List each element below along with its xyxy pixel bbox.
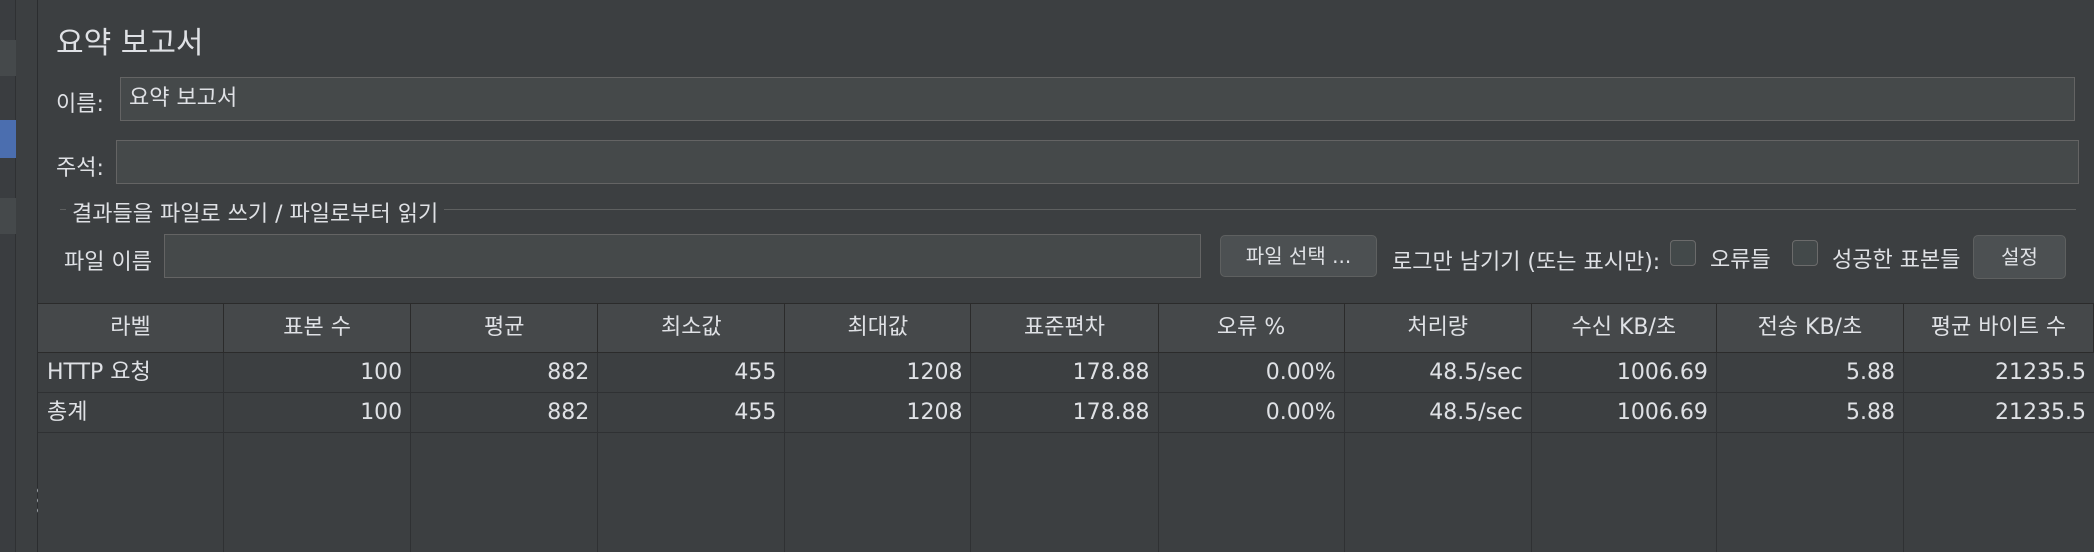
column-header-samples[interactable]: 표본 수 <box>224 304 412 352</box>
cell-min: 455 <box>598 353 786 392</box>
column-header-received[interactable]: 수신 KB/초 <box>1532 304 1717 352</box>
column-header-error-percent[interactable]: 오류 % <box>1159 304 1345 352</box>
table-header: 라벨 표본 수 평균 최소값 최대값 표준편차 오류 % 처리량 수신 KB/초… <box>38 303 2094 353</box>
configure-button[interactable]: 설정 <box>1973 235 2066 279</box>
cell-samples: 100 <box>224 353 412 392</box>
cell-throughput: 48.5/sec <box>1345 393 1532 432</box>
cell-sent: 5.88 <box>1717 393 1904 432</box>
cell-error-percent: 0.00% <box>1159 393 1345 432</box>
table-row[interactable]: HTTP 요청 100 882 455 1208 178.88 0.00% 48… <box>38 353 2094 393</box>
log-only-label: 로그만 남기기 (또는 표시만): <box>1392 250 1661 275</box>
comment-field[interactable] <box>116 140 2079 184</box>
cell-received: 1006.69 <box>1532 353 1717 392</box>
cell-label: 총계 <box>38 393 225 432</box>
filename-label: 파일 이름 <box>64 250 152 275</box>
column-header-sent[interactable]: 전송 KB/초 <box>1717 304 1904 352</box>
column-header-throughput[interactable]: 처리량 <box>1345 304 1532 352</box>
tree-item[interactable] <box>0 198 16 234</box>
filename-input[interactable] <box>164 234 1201 278</box>
cell-label: HTTP 요청 <box>38 353 225 392</box>
tree-item[interactable] <box>0 40 16 76</box>
cell-avg-bytes: 21235.5 <box>1995 400 2086 425</box>
page-title: 요약 보고서 <box>56 26 204 61</box>
split-divider[interactable] <box>16 0 42 552</box>
column-header-avg-bytes[interactable]: 평균 바이트 수 <box>1904 304 2094 352</box>
comment-label: 주석: <box>56 156 104 181</box>
cell-max: 1208 <box>785 393 972 432</box>
summary-table: 라벨 표본 수 평균 최소값 최대값 표준편차 오류 % 처리량 수신 KB/초… <box>38 303 2094 552</box>
name-label: 이름: <box>56 92 104 117</box>
cell-error-percent: 0.00% <box>1159 353 1345 392</box>
column-header-label[interactable]: 라벨 <box>38 304 225 352</box>
cell-stddev: 178.88 <box>971 393 1159 432</box>
left-tree-strip <box>0 0 16 552</box>
name-field[interactable]: 요약 보고서 <box>120 77 2075 121</box>
cell-avg-bytes: 21235.5 <box>1995 360 2086 385</box>
column-header-stddev[interactable]: 표준편차 <box>971 304 1159 352</box>
cell-throughput: 48.5/sec <box>1345 353 1532 392</box>
cell-stddev: 178.88 <box>971 353 1159 392</box>
column-header-min[interactable]: 최소값 <box>598 304 786 352</box>
cell-min: 455 <box>598 393 786 432</box>
cell-average: 882 <box>411 393 599 432</box>
browse-file-button[interactable]: 파일 선택 ... <box>1220 235 1377 277</box>
cell-received: 1006.69 <box>1532 393 1717 432</box>
successes-label: 성공한 표본들 <box>1832 248 1961 273</box>
table-empty-area <box>38 433 2094 552</box>
group-title: 결과들을 파일로 쓰기 / 파일로부터 읽기 <box>66 196 445 228</box>
cell-average: 882 <box>411 353 599 392</box>
tree-item-selected[interactable] <box>0 120 16 158</box>
cell-max: 1208 <box>785 353 972 392</box>
column-header-max[interactable]: 최대값 <box>785 304 972 352</box>
successes-checkbox[interactable] <box>1792 240 1818 266</box>
cell-samples: 100 <box>224 393 412 432</box>
cell-sent: 5.88 <box>1717 353 1904 392</box>
errors-checkbox[interactable] <box>1670 240 1696 266</box>
table-row[interactable]: 총계 100 882 455 1208 178.88 0.00% 48.5/se… <box>38 393 2094 433</box>
errors-label: 오류들 <box>1710 248 1771 273</box>
column-header-average[interactable]: 평균 <box>411 304 599 352</box>
